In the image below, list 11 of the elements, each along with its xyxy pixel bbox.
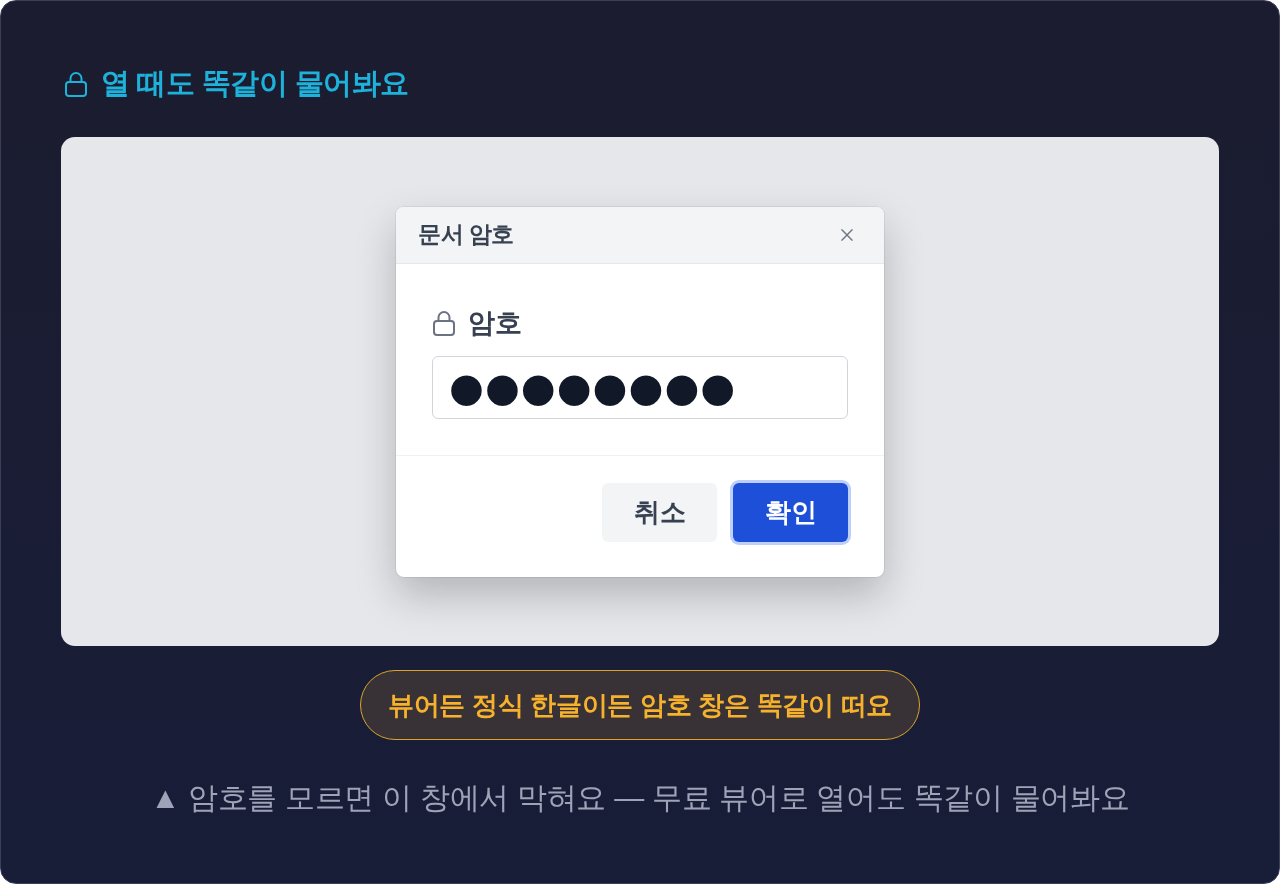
cancel-button[interactable]: 취소: [602, 482, 717, 542]
password-field[interactable]: ●●●●●●●●: [432, 355, 848, 419]
confirm-button[interactable]: 확인: [733, 482, 848, 542]
lock-icon: [65, 71, 87, 97]
section-heading: 열 때도 똑같이 물어봐요: [101, 66, 409, 101]
close-icon[interactable]: [841, 228, 853, 241]
callout-pill: 뷰어든 정식 한글이든 암호 창은 똑같이 떠요: [359, 670, 921, 740]
lock-icon: [433, 309, 455, 336]
field-label: 암호: [468, 306, 522, 340]
dialog-title: 문서 암호: [418, 220, 514, 249]
caption-text: ▲ 암호를 모르면 이 창에서 막혀요 — 무료 뷰어로 열어도 똑같이 물어봐요: [150, 780, 1130, 816]
